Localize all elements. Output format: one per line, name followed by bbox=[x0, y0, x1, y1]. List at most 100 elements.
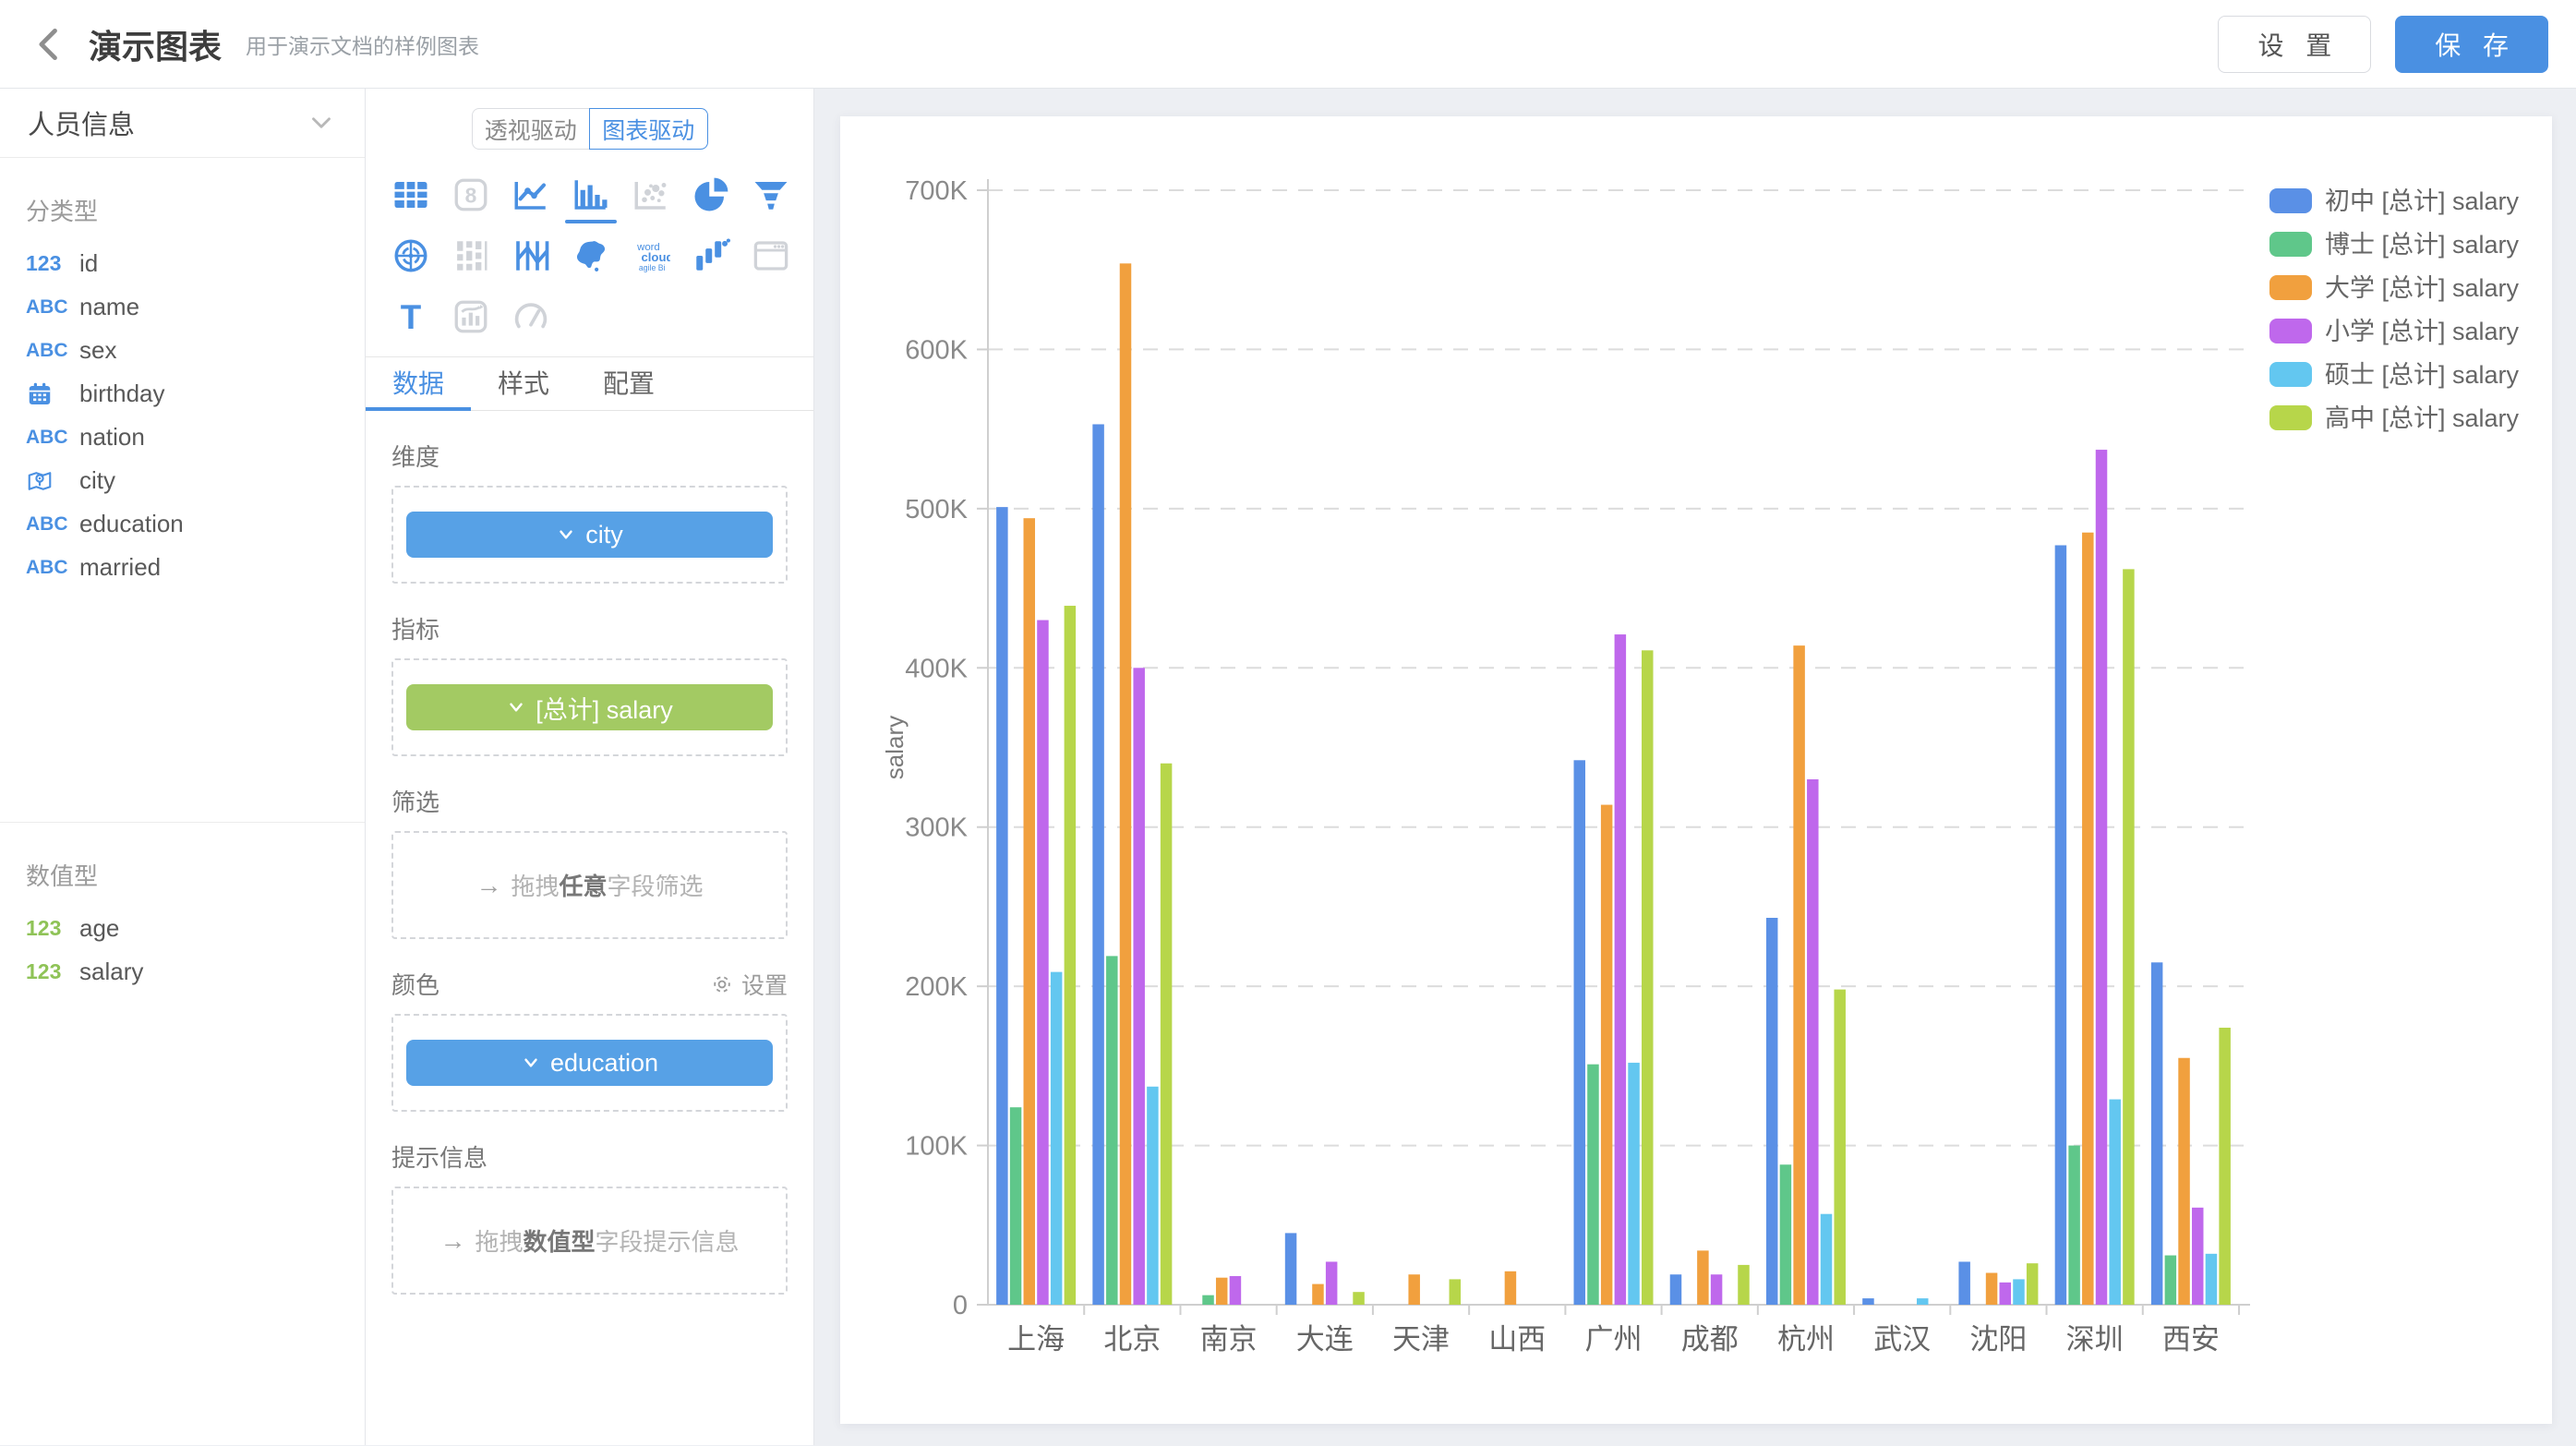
waterfall-chart-icon[interactable] bbox=[680, 225, 740, 286]
bar-成都-初中 [总计] salary bbox=[1670, 1274, 1682, 1305]
funnel-chart-icon[interactable] bbox=[740, 164, 800, 225]
scatter-chart-icon[interactable] bbox=[620, 164, 680, 225]
gear-icon bbox=[710, 972, 734, 996]
legend-item[interactable]: 小学 [总计] salary bbox=[2269, 318, 2520, 345]
bar-杭州-大学 [总计] salary bbox=[1793, 645, 1805, 1305]
number-type-icon: 123 bbox=[26, 251, 79, 276]
dataset-selector[interactable]: 人员信息 bbox=[0, 89, 365, 158]
x-axis-label: 杭州 bbox=[1777, 1323, 1835, 1356]
field-sex[interactable]: ABC sex bbox=[0, 329, 365, 372]
bar-沈阳-硕士 [总计] salary bbox=[2013, 1279, 2025, 1305]
legend-label: 硕士 [总计] salary bbox=[2325, 361, 2520, 389]
color-settings-button[interactable]: 设置 bbox=[710, 968, 788, 1001]
radar-chart-icon[interactable] bbox=[380, 225, 440, 286]
tab-style[interactable]: 样式 bbox=[471, 357, 576, 411]
bar-天津-高中 [总计] salary bbox=[1450, 1279, 1462, 1305]
china-map-icon[interactable] bbox=[560, 225, 620, 286]
bar-上海-大学 [总计] salary bbox=[1024, 518, 1036, 1305]
bar-深圳-硕士 [总计] salary bbox=[2109, 1100, 2121, 1305]
bar-杭州-初中 [总计] salary bbox=[1766, 918, 1778, 1305]
filter-drop-zone[interactable]: → 拖拽任意字段筛选 bbox=[391, 831, 788, 939]
tab-data[interactable]: 数据 bbox=[366, 357, 471, 411]
bar-大连-初中 [总计] salary bbox=[1285, 1233, 1297, 1305]
string-type-icon: ABC bbox=[26, 427, 79, 449]
field-name[interactable]: ABC name bbox=[0, 285, 365, 329]
bar-沈阳-大学 [总计] salary bbox=[1986, 1273, 1998, 1305]
x-axis-label: 南京 bbox=[1200, 1323, 1258, 1356]
color-chip-education[interactable]: education bbox=[406, 1040, 773, 1086]
field-nation[interactable]: ABC nation bbox=[0, 416, 365, 459]
line-chart-icon[interactable] bbox=[500, 164, 560, 225]
card-metric-icon[interactable]: 8 bbox=[440, 164, 500, 225]
y-axis-title: salary bbox=[881, 716, 909, 779]
settings-button[interactable]: 设 置 bbox=[2218, 16, 2371, 73]
page-title: 演示图表 bbox=[89, 20, 222, 68]
legend-item[interactable]: 硕士 [总计] salary bbox=[2269, 361, 2520, 389]
table-chart-icon[interactable] bbox=[380, 164, 440, 225]
tab-config[interactable]: 配置 bbox=[576, 357, 681, 411]
legend-item[interactable]: 高中 [总计] salary bbox=[2269, 404, 2520, 432]
y-axis-tick: 700K bbox=[905, 176, 968, 206]
text-widget-icon[interactable]: T bbox=[380, 286, 440, 347]
dimension-chip-city[interactable]: city bbox=[406, 512, 773, 558]
save-button[interactable]: 保 存 bbox=[2395, 16, 2548, 73]
word-cloud-icon[interactable]: word cloud agile Bi bbox=[620, 225, 680, 286]
strip-table-icon[interactable] bbox=[440, 225, 500, 286]
map-pin-icon bbox=[26, 467, 79, 495]
gauge-chart-icon[interactable] bbox=[500, 286, 560, 347]
string-type-icon: ABC bbox=[26, 513, 79, 536]
bar-南京-大学 [总计] salary bbox=[1216, 1278, 1228, 1305]
chart-canvas-area: 0100K200K300K400K500K600K700K上海北京南京大连天津山… bbox=[814, 89, 2576, 1445]
field-birthday[interactable]: birthday bbox=[0, 372, 365, 416]
back-button[interactable] bbox=[28, 22, 72, 66]
bar-深圳-高中 [总计] salary bbox=[2123, 569, 2135, 1305]
y-axis-tick: 300K bbox=[905, 813, 968, 843]
x-axis-label: 广州 bbox=[1585, 1323, 1643, 1356]
page-subtitle: 用于演示文档的样例图表 bbox=[246, 29, 479, 60]
legend-item[interactable]: 博士 [总计] salary bbox=[2269, 231, 2520, 259]
field-salary[interactable]: 123 salary bbox=[0, 950, 365, 994]
pie-chart-icon[interactable] bbox=[680, 164, 740, 225]
chart-mode-tab[interactable]: 图表驱动 bbox=[589, 108, 708, 150]
color-drop-zone[interactable]: education bbox=[391, 1014, 788, 1112]
chart-type-grid: 8 bbox=[366, 150, 813, 357]
top-header: 演示图表 用于演示文档的样例图表 设 置 保 存 bbox=[0, 0, 2576, 89]
iframe-widget-icon[interactable] bbox=[740, 225, 800, 286]
chevron-left-icon bbox=[30, 24, 70, 65]
number-type-icon: 123 bbox=[26, 916, 79, 941]
filter-label: 筛选 bbox=[391, 784, 788, 818]
bar-广州-高中 [总计] salary bbox=[1642, 650, 1654, 1305]
legend-item[interactable]: 初中 [总计] salary bbox=[2269, 187, 2520, 215]
legend-swatch bbox=[2269, 188, 2312, 213]
dimension-drop-zone[interactable]: city bbox=[391, 486, 788, 584]
mode-switch: 透视驱动 图表驱动 bbox=[472, 108, 708, 150]
bar-大连-高中 [总计] salary bbox=[1353, 1292, 1365, 1305]
tooltip-label: 提示信息 bbox=[391, 1139, 788, 1174]
legend-swatch bbox=[2269, 405, 2312, 430]
combo-chart-icon[interactable] bbox=[440, 286, 500, 347]
bar-沈阳-初中 [总计] salary bbox=[1958, 1261, 1970, 1305]
bar-北京-大学 [总计] salary bbox=[1120, 263, 1132, 1305]
field-city[interactable]: city bbox=[0, 459, 365, 502]
field-married[interactable]: ABC married bbox=[0, 546, 365, 589]
field-id[interactable]: 123 id bbox=[0, 242, 365, 285]
bar-西安-硕士 [总计] salary bbox=[2206, 1254, 2218, 1305]
legend-swatch bbox=[2269, 362, 2312, 387]
tooltip-placeholder: → 拖拽数值型字段提示信息 bbox=[439, 1212, 739, 1269]
x-axis-label: 天津 bbox=[1392, 1323, 1450, 1356]
field-age[interactable]: 123 age bbox=[0, 907, 365, 950]
legend-label: 初中 [总计] salary bbox=[2325, 187, 2520, 215]
bar-大连-小学 [总计] salary bbox=[1326, 1261, 1338, 1305]
arrow-right-icon: → bbox=[439, 1226, 465, 1256]
parallel-chart-icon[interactable] bbox=[500, 225, 560, 286]
legend-label: 高中 [总计] salary bbox=[2325, 404, 2520, 432]
tooltip-drop-zone[interactable]: → 拖拽数值型字段提示信息 bbox=[391, 1187, 788, 1295]
legend-item[interactable]: 大学 [总计] salary bbox=[2269, 274, 2520, 302]
field-education[interactable]: ABC education bbox=[0, 502, 365, 546]
bar-chart-icon[interactable] bbox=[560, 164, 620, 225]
pivot-mode-tab[interactable]: 透视驱动 bbox=[472, 108, 591, 150]
string-type-icon: ABC bbox=[26, 296, 79, 319]
measure-drop-zone[interactable]: [总计] salary bbox=[391, 658, 788, 756]
measure-chip-salary[interactable]: [总计] salary bbox=[406, 684, 773, 730]
legend-label: 博士 [总计] salary bbox=[2325, 231, 2520, 259]
